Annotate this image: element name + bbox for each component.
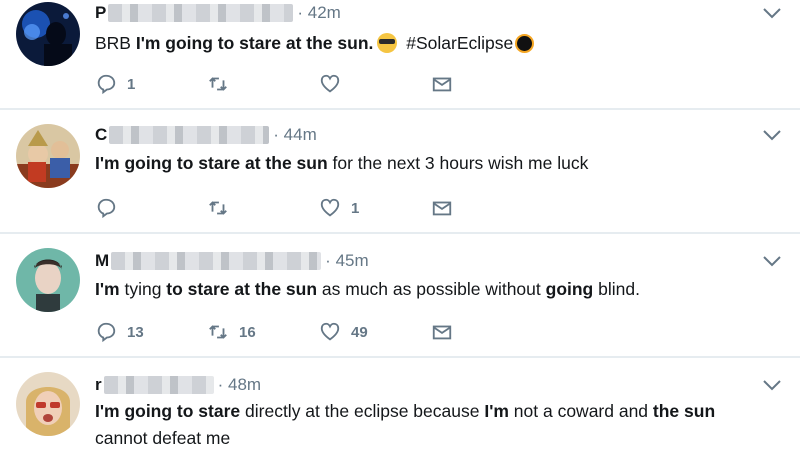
eclipse-emoji-icon: [515, 34, 535, 53]
time-value[interactable]: 45m: [336, 251, 369, 270]
blurred-handle: [111, 252, 322, 270]
text-span: blind.: [593, 279, 640, 299]
tweet-time[interactable]: · 42m: [297, 3, 340, 23]
like-button[interactable]: [319, 73, 431, 95]
text-span: not a coward and: [508, 401, 653, 421]
envelope-icon: [432, 201, 452, 216]
avatar[interactable]: [16, 248, 80, 312]
envelope-icon: [432, 77, 452, 92]
reply-icon: [97, 74, 116, 95]
reply-count: 13: [127, 323, 144, 341]
tweet[interactable]: r · 48m I'm going to stare directly at t…: [0, 358, 800, 450]
retweet-button[interactable]: 16: [207, 321, 319, 343]
author-name[interactable]: P: [95, 3, 106, 23]
chevron-down-icon[interactable]: [762, 254, 782, 268]
tweet-time[interactable]: · 45m: [325, 251, 368, 271]
blurred-handle: [108, 4, 294, 22]
avatar[interactable]: [16, 2, 80, 66]
time-value[interactable]: 48m: [228, 375, 261, 394]
tweet-text: I'm going to stare directly at the eclip…: [95, 398, 790, 452]
reply-icon: [97, 198, 116, 219]
like-count: 49: [351, 323, 368, 341]
heart-icon: [320, 322, 340, 341]
author-name[interactable]: M: [95, 251, 109, 271]
text-span: cannot defeat me: [95, 428, 231, 448]
tweet-time[interactable]: · 44m: [273, 125, 316, 145]
text-span: BRB: [95, 33, 136, 53]
tweet-text: BRB I'm going to stare at the sun. #Sola…: [95, 30, 790, 57]
like-button[interactable]: 1: [319, 197, 431, 219]
text-span: as much as possible without: [317, 279, 546, 299]
like-button[interactable]: 49: [319, 321, 431, 343]
reply-count: 1: [127, 75, 136, 93]
blurred-handle: [103, 376, 214, 394]
hashtag-link[interactable]: #SolarEclipse: [401, 33, 513, 53]
like-count: 1: [351, 199, 360, 217]
blurred-handle: [109, 126, 270, 144]
avatar[interactable]: [16, 124, 80, 188]
sunglasses-emoji-icon: [377, 33, 398, 53]
tweet[interactable]: C · 44m I'm going to stare at the sun fo…: [0, 110, 800, 232]
text-bold: I'm: [484, 401, 509, 421]
tweet[interactable]: M · 45m I'm tying to stare at the sun as…: [0, 234, 800, 356]
retweet-count: 16: [239, 323, 256, 341]
text-bold: I'm going to stare: [95, 401, 241, 421]
heart-icon: [320, 74, 340, 93]
chevron-down-icon[interactable]: [762, 6, 782, 20]
time-value[interactable]: 42m: [308, 3, 341, 22]
retweet-button[interactable]: [207, 197, 319, 219]
text-bold: to stare at the sun: [166, 279, 318, 299]
text-bold: I'm going to stare at the sun.: [135, 33, 374, 53]
text-bold: I'm: [95, 279, 120, 299]
retweet-button[interactable]: [207, 73, 319, 95]
retweet-icon: [209, 77, 227, 91]
avatar[interactable]: [16, 372, 80, 436]
tweet-text: I'm going to stare at the sun for the ne…: [95, 150, 790, 177]
envelope-icon: [432, 325, 452, 340]
time-value[interactable]: 44m: [284, 125, 317, 144]
tweet-time[interactable]: · 48m: [218, 375, 261, 395]
text-span: directly at the eclipse because: [240, 401, 485, 421]
dm-button[interactable]: [431, 73, 543, 95]
retweet-icon: [209, 201, 227, 215]
reply-button[interactable]: 13: [95, 321, 207, 343]
reply-icon: [97, 322, 116, 343]
text-span: tying: [119, 279, 167, 299]
author-name[interactable]: C: [95, 125, 107, 145]
reply-button[interactable]: 1: [95, 73, 207, 95]
tweet[interactable]: P · 42m BRB I'm going to stare at the su…: [0, 0, 800, 108]
text-bold: I'm going to stare at the sun: [95, 153, 328, 173]
chevron-down-icon[interactable]: [762, 378, 782, 392]
retweet-icon: [209, 325, 227, 339]
dm-button[interactable]: [431, 197, 543, 219]
tweet-text: I'm tying to stare at the sun as much as…: [95, 276, 790, 303]
dm-button[interactable]: [431, 321, 543, 343]
text-span: for the next 3 hours wish me luck: [327, 153, 589, 173]
text-bold: the sun: [652, 401, 716, 421]
reply-button[interactable]: [95, 197, 207, 219]
chevron-down-icon[interactable]: [762, 128, 782, 142]
author-name[interactable]: r: [95, 375, 102, 395]
text-bold: going: [545, 279, 594, 299]
heart-icon: [320, 198, 340, 217]
